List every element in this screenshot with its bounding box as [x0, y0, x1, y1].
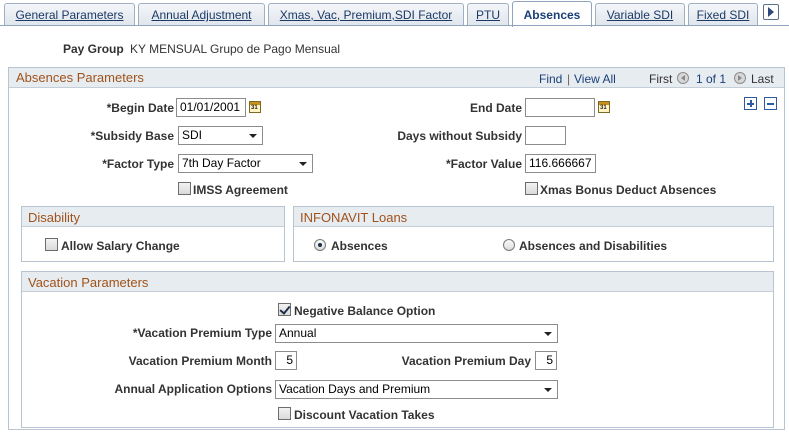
- chevron-down-icon: [544, 332, 552, 336]
- begin-date-calendar-icon[interactable]: 31: [249, 101, 261, 113]
- calendar-icon-text: 31: [251, 105, 258, 111]
- annual-application-value: Vacation Days and Premium: [279, 382, 431, 396]
- vacation-premium-type-label: *Vacation Premium Type: [132, 326, 272, 340]
- chevron-down-icon: [544, 388, 552, 392]
- infonavit-header: INFONAVIT Loans: [294, 207, 773, 227]
- negative-balance-label: Negative Balance Option: [294, 304, 436, 318]
- absences-parameters-title: Absences Parameters: [16, 70, 144, 85]
- tab-divider: [0, 25, 789, 26]
- days-without-subsidy-label: Days without Subsidy: [397, 129, 522, 143]
- subsidy-base-select[interactable]: SDI: [178, 126, 263, 145]
- factor-type-label: *Factor Type: [102, 157, 174, 171]
- imss-agreement-label: IMSS Agreement: [193, 183, 288, 197]
- pay-group-label: Pay Group: [63, 42, 124, 56]
- tab-ptu[interactable]: PTU: [467, 3, 509, 26]
- infonavit-section: INFONAVIT Loans: [293, 206, 774, 262]
- subsidy-base-value: SDI: [182, 128, 203, 142]
- tab-annual-adjustment[interactable]: Annual Adjustment: [138, 3, 265, 26]
- allow-salary-change-checkbox[interactable]: [45, 238, 58, 251]
- arrow-right-icon[interactable]: [763, 4, 779, 20]
- discount-vacation-label: Discount Vacation Takes: [294, 408, 435, 422]
- infonavit-title: INFONAVIT Loans: [300, 210, 408, 225]
- negative-balance-checkbox[interactable]: [278, 303, 291, 316]
- end-date-input[interactable]: [525, 98, 595, 117]
- first-label: First: [649, 72, 673, 86]
- begin-date-label: *Begin Date: [106, 101, 174, 115]
- tab-variable-sdi[interactable]: Variable SDI: [595, 3, 685, 26]
- vacation-premium-month-input[interactable]: 5: [275, 351, 297, 370]
- end-date-calendar-icon[interactable]: 31: [598, 101, 610, 113]
- xmas-bonus-label: Xmas Bonus Deduct Absences: [540, 183, 717, 197]
- row-position: 1 of 1: [696, 72, 727, 86]
- end-date-label: End Date: [469, 101, 522, 115]
- allow-salary-change-label: Allow Salary Change: [61, 239, 180, 253]
- vacation-parameters-title: Vacation Parameters: [28, 275, 149, 290]
- tab-fixed-sdi[interactable]: Fixed SDI: [688, 3, 758, 26]
- vacation-premium-day-input[interactable]: 5: [535, 351, 557, 370]
- view-all-link[interactable]: View All: [574, 72, 616, 86]
- vacation-parameters-header: Vacation Parameters: [22, 272, 773, 292]
- discount-vacation-checkbox[interactable]: [278, 407, 291, 420]
- factor-value-label: *Factor Value: [445, 157, 522, 171]
- absences-parameters-header: Absences Parameters Find | View All Firs…: [9, 68, 784, 88]
- next-row-icon[interactable]: [734, 72, 746, 84]
- tab-xmas-vac-premium[interactable]: Xmas, Vac, Premium,SDI Factor: [268, 3, 464, 26]
- annual-application-label: Annual Application Options: [114, 382, 272, 396]
- delete-row-icon[interactable]: [764, 97, 777, 110]
- radio-absences-label: Absences: [331, 239, 388, 253]
- last-label: Last: [751, 72, 774, 86]
- chevron-down-icon: [249, 134, 257, 138]
- factor-type-value: 7th Day Factor: [182, 156, 261, 170]
- disability-title: Disability: [28, 210, 81, 225]
- chevron-down-icon: [299, 162, 307, 166]
- factor-type-select[interactable]: 7th Day Factor: [178, 154, 313, 173]
- tab-bar: General Parameters Annual Adjustment Xma…: [0, 0, 789, 27]
- imss-agreement-checkbox[interactable]: [178, 182, 191, 195]
- tab-absences[interactable]: Absences: [512, 1, 592, 27]
- factor-value-input[interactable]: 116.666667: [525, 154, 596, 173]
- find-link[interactable]: Find: [539, 72, 562, 86]
- pay-group-code: KY MENSUAL: [130, 42, 208, 56]
- previous-row-icon[interactable]: [677, 72, 689, 84]
- add-row-icon[interactable]: [744, 97, 757, 110]
- vacation-premium-day-label: Vacation Premium Day: [401, 354, 531, 368]
- disability-section: Disability: [21, 206, 285, 262]
- radio-absences-disabilities-label: Absences and Disabilities: [519, 239, 668, 253]
- pay-group-description: Grupo de Pago Mensual: [210, 42, 341, 56]
- nav-separator: |: [567, 72, 571, 86]
- annual-application-select[interactable]: Vacation Days and Premium: [275, 380, 558, 399]
- vacation-premium-month-label: Vacation Premium Month: [128, 354, 272, 368]
- days-without-subsidy-input[interactable]: [525, 126, 566, 145]
- radio-absences-disabilities[interactable]: [503, 239, 515, 251]
- xmas-bonus-checkbox[interactable]: [525, 182, 538, 195]
- vacation-premium-type-value: Annual: [279, 326, 317, 340]
- calendar-icon-text: 31: [600, 105, 607, 111]
- vacation-premium-type-select[interactable]: Annual: [275, 324, 558, 343]
- subsidy-base-label: *Subsidy Base: [90, 129, 174, 143]
- begin-date-input[interactable]: 01/01/2001: [176, 98, 246, 117]
- vacation-parameters-section: Vacation Parameters: [21, 271, 774, 428]
- disability-header: Disability: [22, 207, 284, 227]
- radio-absences[interactable]: [314, 239, 326, 251]
- tab-general-parameters[interactable]: General Parameters: [4, 3, 135, 26]
